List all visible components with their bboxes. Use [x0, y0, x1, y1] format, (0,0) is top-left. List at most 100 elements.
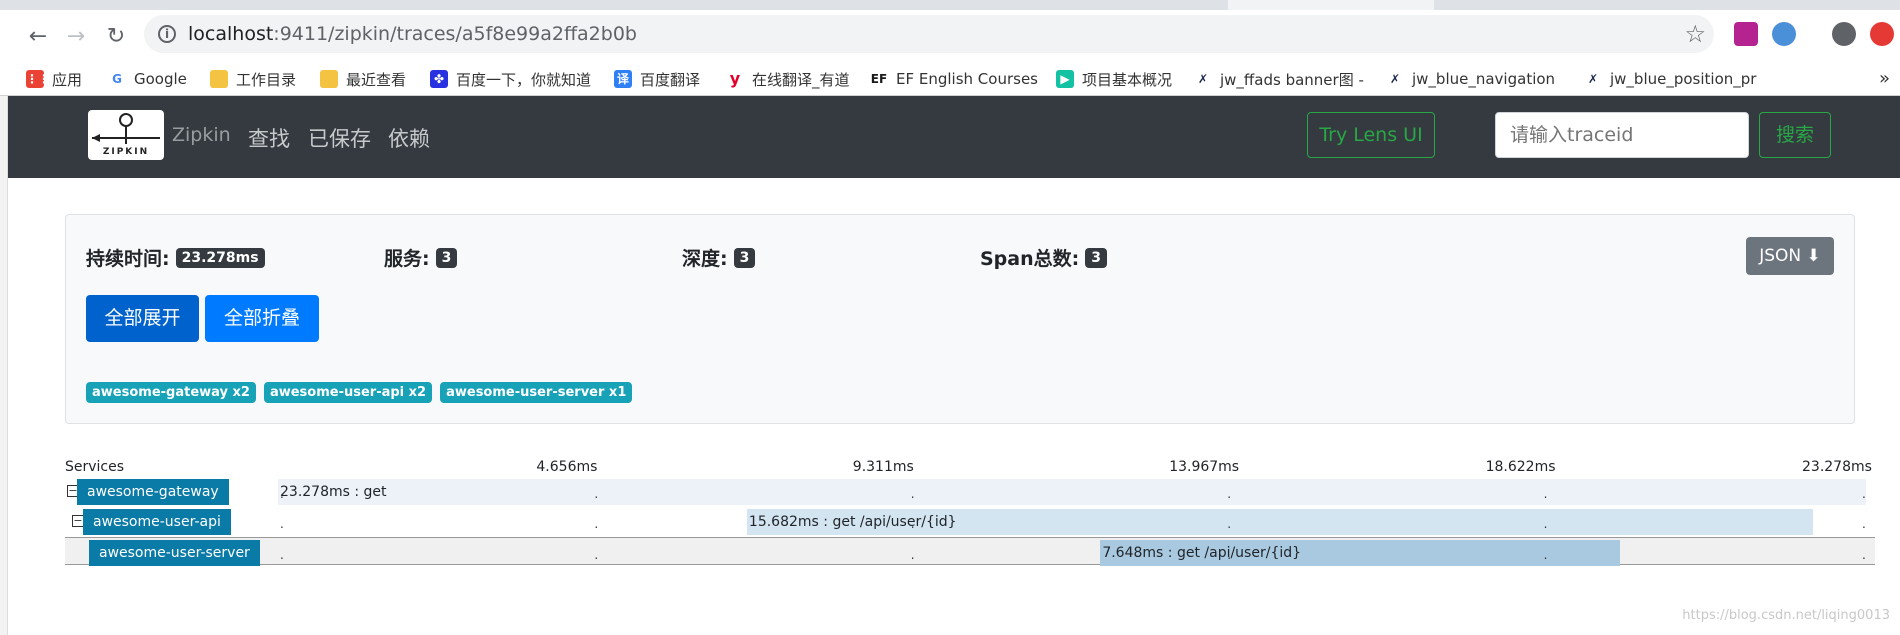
spans-badge: 3	[1085, 247, 1107, 268]
nav-dependencies[interactable]: 依赖	[388, 123, 430, 153]
service-badge: awesome-user-server x1	[440, 382, 633, 403]
bookmark-recent-folder[interactable]: 最近查看	[320, 68, 406, 90]
zipkin-logo-graphic	[92, 113, 160, 144]
timeline-tick-label: 4.656ms	[536, 459, 598, 475]
address-url[interactable]: localhost:9411/zipkin/traces/a5f8e99a2ff…	[188, 23, 637, 45]
traceid-input[interactable]	[1495, 112, 1749, 158]
span-service-label[interactable]: awesome-user-server	[89, 540, 260, 566]
globe-extension-icon[interactable]	[1772, 22, 1796, 46]
brand-name[interactable]: Zipkin	[172, 124, 231, 146]
bookmark-label: 百度一下，你就知道	[456, 70, 592, 89]
bookmark-label: 最近查看	[346, 70, 407, 89]
bookmark-jw-ffads[interactable]: ✗ jw_ffads banner图 -	[1194, 68, 1364, 90]
span-bar-label: 23.278ms : get	[280, 484, 387, 500]
grid-dot: .	[1862, 517, 1866, 531]
grid-dot: .	[594, 517, 599, 531]
translate-icon: 译	[614, 70, 632, 88]
bookmark-label: 百度翻译	[640, 70, 701, 89]
grid-dot: .	[594, 548, 599, 562]
grid-dot: .	[280, 548, 284, 562]
youdao-icon: y	[726, 70, 744, 88]
baidu-paw-icon: ✤	[430, 70, 448, 88]
grid-dot: .	[910, 487, 915, 501]
bookmark-project[interactable]: ▶ 项目基本概况	[1056, 68, 1172, 90]
bookmark-baidu[interactable]: ✤ 百度一下，你就知道	[430, 68, 591, 90]
grid-dot: .	[1543, 487, 1548, 501]
search-button[interactable]: 搜索	[1759, 112, 1831, 158]
service-badges: awesome-gateway x2 awesome-user-api x2 a…	[86, 382, 633, 403]
collapse-all-button[interactable]: 全部折叠	[205, 295, 319, 342]
rp-extension-icon[interactable]	[1734, 22, 1758, 46]
info-icon[interactable]: i	[158, 25, 176, 43]
services-badge: 3	[435, 247, 458, 268]
bookmark-jw-blue-pos[interactable]: ✗ jw_blue_position_pr	[1584, 68, 1756, 90]
bookmark-star-icon[interactable]: ☆	[1684, 20, 1706, 48]
timeline-tick-label: 23.278ms	[1802, 459, 1872, 475]
bookmark-label: 在线翻译_有道	[752, 70, 850, 89]
json-download-button[interactable]: JSON ⬇	[1746, 237, 1834, 275]
duration-stat: 持续时间: 23.278ms	[86, 244, 265, 271]
folder-icon	[320, 70, 338, 88]
span-bar-label: 7.648ms : get /api/user/{id}	[1102, 545, 1302, 561]
reload-icon[interactable]: ↻	[102, 22, 130, 50]
nav-find[interactable]: 查找	[248, 123, 290, 153]
json-label: JSON	[1759, 246, 1802, 266]
left-edge-strip	[0, 96, 8, 635]
ef-icon: EF	[870, 70, 888, 88]
grid-dot: .	[910, 548, 915, 562]
bookmarks-bar: ⋮⋮ 应用 G Google 工作目录 最近查看 ✤ 百度一下，你就知道 译百度翻译 …	[0, 62, 1900, 96]
active-tab[interactable]	[1228, 0, 1434, 10]
download-icon: ⬇	[1806, 246, 1821, 266]
bookmark-label: jw_ffads banner图 -	[1220, 70, 1364, 89]
spans-stat: Span总数: 3	[980, 244, 1107, 271]
zipkin-logo[interactable]: ZIPKIN	[88, 110, 164, 160]
spans-label: Span总数:	[980, 248, 1080, 270]
browser-toolbar: ← → ↻ i localhost:9411/zipkin/traces/a5f…	[0, 10, 1900, 62]
bookmark-youdao[interactable]: y 在线翻译_有道	[726, 68, 850, 90]
google-icon: G	[108, 70, 126, 88]
bookmark-label: Google	[134, 70, 187, 88]
grid-dot: .	[1543, 517, 1548, 531]
bookmarks-more-icon[interactable]: »	[1879, 68, 1890, 89]
services-stat: 服务: 3	[384, 244, 458, 271]
expand-all-button[interactable]: 全部展开	[86, 295, 199, 342]
timeline-tick-label: 9.311ms	[852, 459, 914, 475]
axure-icon: ✗	[1386, 70, 1404, 88]
bookmark-work-folder[interactable]: 工作目录	[210, 68, 296, 90]
back-arrow-icon[interactable]: ←	[24, 22, 52, 50]
forward-arrow-icon[interactable]: →	[62, 22, 90, 50]
span-row[interactable]: ...... 15.682ms : get /api/user/{id} − awes…	[65, 507, 1875, 535]
play-icon: ▶	[1056, 70, 1074, 88]
update-icon[interactable]	[1870, 22, 1894, 46]
profile-avatar-icon[interactable]	[1832, 22, 1856, 46]
duration-label: 持续时间:	[86, 248, 170, 270]
grid-dot: .	[1862, 548, 1866, 562]
span-service-label[interactable]: awesome-gateway	[77, 479, 229, 505]
bookmark-baidu-translate[interactable]: 译百度翻译	[614, 68, 700, 90]
bookmark-ef[interactable]: EF EF English Courses	[870, 68, 1038, 90]
apps-grid-icon: ⋮⋮	[26, 70, 50, 88]
span-row[interactable]: ...... 23.278ms : get − awesome-gateway	[65, 477, 1875, 505]
bookmark-apps[interactable]: ⋮⋮ 应用	[26, 68, 82, 90]
nav-saved[interactable]: 已保存	[308, 123, 371, 153]
bookmark-label: EF English Courses	[896, 70, 1038, 88]
grid-dot: .	[1862, 487, 1866, 501]
grid-dot: .	[594, 487, 599, 501]
trace-summary-card: 持续时间: 23.278ms 服务: 3 深度: 3 Span总数: 3 JSO…	[65, 214, 1855, 424]
bookmark-label: 应用	[52, 70, 83, 89]
span-row[interactable]: ...... 7.648ms : get /api/user/{id} awesom…	[65, 537, 1875, 566]
logo-text: ZIPKIN	[102, 147, 150, 157]
services-header: Services	[65, 459, 125, 475]
bookmark-label: 工作目录	[236, 70, 297, 89]
span-service-label[interactable]: awesome-user-api	[83, 509, 231, 535]
bookmark-google[interactable]: G Google	[108, 68, 187, 90]
duration-badge: 23.278ms	[175, 247, 265, 268]
span-bar[interactable]	[278, 479, 1866, 505]
watermark: https://blog.csdn.net/liqing0013	[1682, 608, 1890, 623]
bookmark-label: 项目基本概况	[1082, 70, 1173, 89]
grid-dot: .	[280, 517, 284, 531]
try-lens-ui-button[interactable]: Try Lens UI	[1307, 112, 1435, 158]
address-bar[interactable]: i localhost:9411/zipkin/traces/a5f8e99a2…	[144, 15, 1714, 53]
bookmark-jw-blue-nav[interactable]: ✗ jw_blue_navigation	[1386, 68, 1555, 90]
service-badge: awesome-gateway x2	[86, 382, 256, 403]
